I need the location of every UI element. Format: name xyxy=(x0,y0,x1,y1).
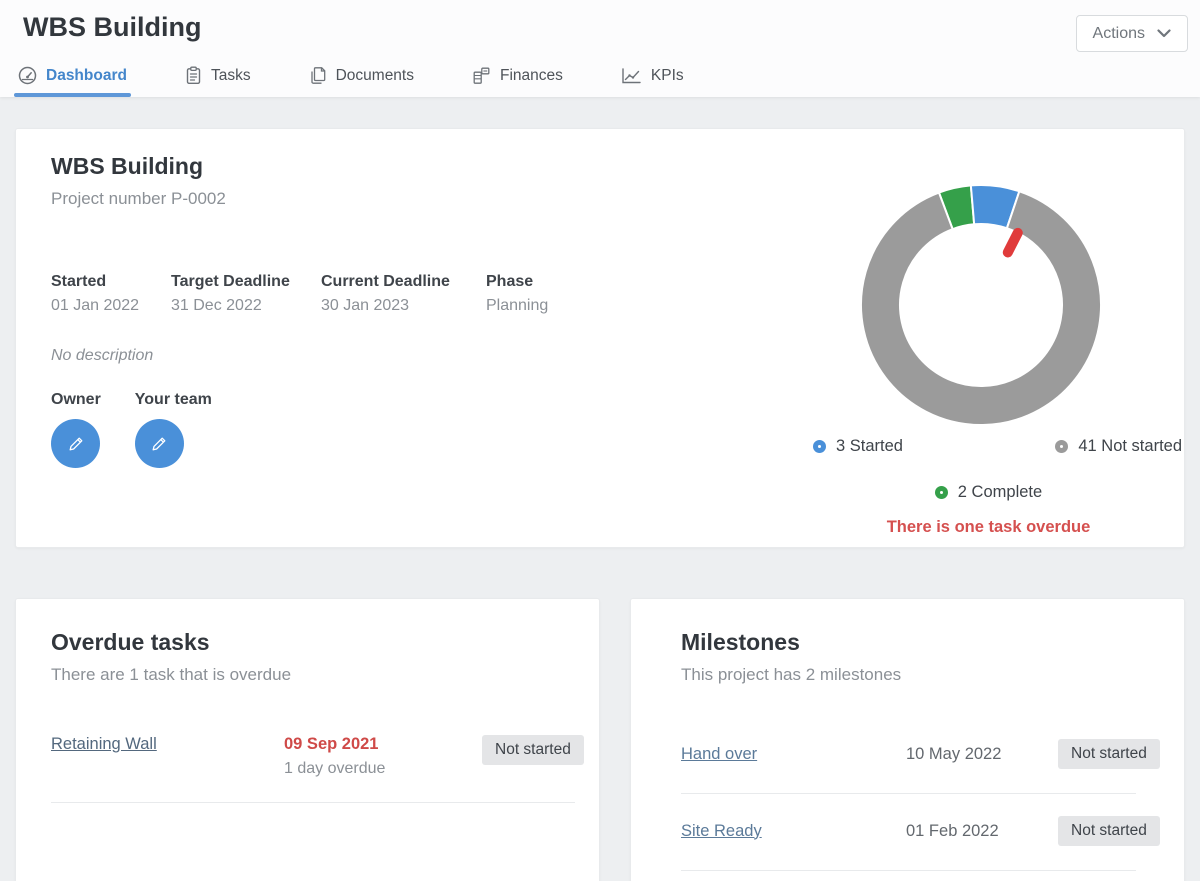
page-title: WBS Building xyxy=(23,12,201,43)
project-dashboard-page: WBS Building Actions Dashboard Tasks xyxy=(0,0,1200,881)
overdue-date-block: 09 Sep 2021 1 day overdue xyxy=(284,735,482,778)
finances-coins-icon xyxy=(472,66,491,85)
project-summary-card: WBS Building Project number P-0002 Start… xyxy=(15,128,1185,548)
tab-documents[interactable]: Documents xyxy=(305,58,418,97)
milestone-date: 10 May 2022 xyxy=(906,745,1058,764)
field-current-deadline: Current Deadline 30 Jan 2023 xyxy=(321,273,486,315)
tab-label: Documents xyxy=(336,67,414,85)
milestone-link[interactable]: Hand over xyxy=(681,745,906,764)
legend-item-complete: 2 Complete xyxy=(935,483,1042,502)
pencil-edit-icon xyxy=(65,433,87,455)
tasks-clipboard-icon xyxy=(185,66,202,85)
edit-team-button[interactable] xyxy=(135,419,184,468)
actions-button-label: Actions xyxy=(1093,25,1145,43)
status-badge: Not started xyxy=(1058,816,1160,846)
field-target-deadline: Target Deadline 31 Dec 2022 xyxy=(171,273,321,315)
actions-button[interactable]: Actions xyxy=(1076,15,1188,52)
field-started: Started 01 Jan 2022 xyxy=(51,273,171,315)
milestone-date: 01 Feb 2022 xyxy=(906,822,1058,841)
tab-label: Dashboard xyxy=(46,67,127,85)
project-title: WBS Building xyxy=(51,153,226,180)
status-badge: Not started xyxy=(1058,739,1160,769)
milestones-card: Milestones This project has 2 milestones… xyxy=(630,598,1185,881)
tab-tasks[interactable]: Tasks xyxy=(181,58,255,97)
overdue-tasks-title: Overdue tasks xyxy=(51,629,291,656)
pencil-edit-icon xyxy=(148,433,170,455)
overdue-tasks-card: Overdue tasks There are 1 task that is o… xyxy=(15,598,600,881)
owner-section: Owner xyxy=(51,391,101,468)
milestone-link[interactable]: Site Ready xyxy=(681,822,906,841)
overdue-task-row: Retaining Wall 09 Sep 2021 1 day overdue… xyxy=(51,717,575,803)
chart-legend: 3 Started 41 Not started 2 Complete Ther… xyxy=(791,437,1186,537)
milestone-row: Hand over 10 May 2022 Not started xyxy=(681,717,1136,794)
kpis-chart-icon xyxy=(621,67,642,85)
dashboard-gauge-icon xyxy=(18,66,37,85)
legend-item-not-started: 41 Not started xyxy=(1055,437,1182,456)
chevron-down-icon xyxy=(1157,29,1171,38)
documents-icon xyxy=(309,66,327,85)
overdue-date: 09 Sep 2021 xyxy=(284,735,482,754)
milestones-title: Milestones xyxy=(681,629,901,656)
project-description: No description xyxy=(51,347,153,365)
donut-slice-not-started xyxy=(861,191,1101,425)
page-header: WBS Building Actions Dashboard Tasks xyxy=(0,0,1200,97)
legend-ring-not-started xyxy=(1055,440,1068,453)
legend-ring-started xyxy=(813,440,826,453)
overdue-tasks-subtitle: There are 1 task that is overdue xyxy=(51,665,291,685)
overdue-duration: 1 day overdue xyxy=(284,760,482,778)
legend-ring-complete xyxy=(935,486,948,499)
tab-finances[interactable]: Finances xyxy=(468,58,567,97)
tab-dashboard[interactable]: Dashboard xyxy=(14,58,131,97)
project-number: Project number P-0002 xyxy=(51,189,226,209)
overdue-warning-text: There is one task overdue xyxy=(791,518,1186,537)
task-progress-donut-chart xyxy=(859,183,1103,427)
team-section: Your team xyxy=(135,391,212,468)
field-phase: Phase Planning xyxy=(486,273,548,315)
milestone-row: Site Ready 01 Feb 2022 Not started xyxy=(681,794,1136,871)
project-fields: Started 01 Jan 2022 Target Deadline 31 D… xyxy=(51,273,548,315)
task-link[interactable]: Retaining Wall xyxy=(51,735,284,754)
legend-item-started: 3 Started xyxy=(813,437,903,456)
tab-label: Tasks xyxy=(211,67,251,85)
tab-label: KPIs xyxy=(651,67,684,85)
tab-kpis[interactable]: KPIs xyxy=(617,59,688,97)
milestones-subtitle: This project has 2 milestones xyxy=(681,665,901,685)
status-badge: Not started xyxy=(482,735,584,765)
project-people: Owner Your team xyxy=(51,391,212,468)
tab-bar: Dashboard Tasks Documents Finances xyxy=(14,58,688,97)
edit-owner-button[interactable] xyxy=(51,419,100,468)
tab-label: Finances xyxy=(500,67,563,85)
